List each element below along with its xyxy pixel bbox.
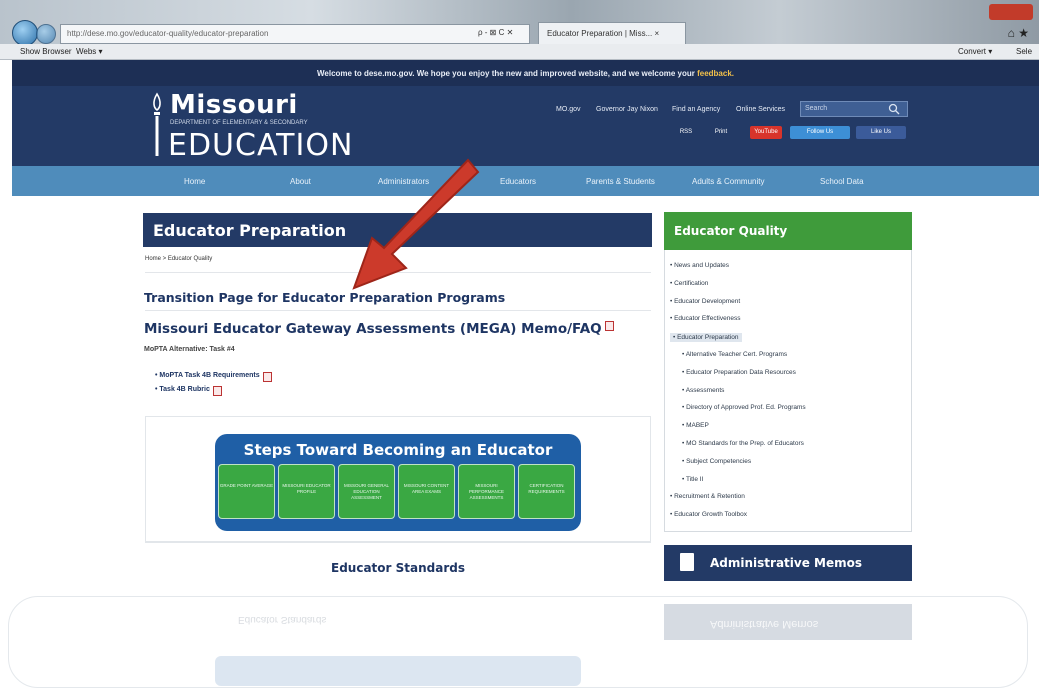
twitter-follow-button[interactable]: Follow Us xyxy=(790,126,850,139)
welcome-banner: Welcome to dese.mo.gov. We hope you enjo… xyxy=(12,60,1039,86)
toplink-mogov[interactable]: MO.gov xyxy=(556,106,581,113)
main-navigation: Home About Administrators Educators Pare… xyxy=(12,166,1039,196)
screenshot-stage: http://dese.mo.gov/educator-quality/educ… xyxy=(0,0,1039,690)
select-menu[interactable]: Sele xyxy=(1016,47,1032,56)
sidebar-item-educator-development[interactable]: • Educator Development xyxy=(670,298,740,305)
feedback-link[interactable]: feedback. xyxy=(697,69,734,78)
window-close-button[interactable] xyxy=(989,4,1033,20)
browser-tab[interactable]: Educator Preparation | Miss... × xyxy=(538,22,686,44)
steps-title: Steps Toward Becoming an Educator xyxy=(243,441,553,459)
sidebar-item-educator-effectiveness[interactable]: • Educator Effectiveness xyxy=(670,315,740,322)
toplink-online-services[interactable]: Online Services xyxy=(736,106,785,113)
logo-education[interactable]: EDUCATION xyxy=(168,128,353,163)
document-icon xyxy=(680,553,694,571)
search-icon[interactable] xyxy=(888,103,900,115)
toplink-find-agency[interactable]: Find an Agency xyxy=(672,106,720,113)
step-performance-assessments[interactable]: MISSOURI PERFORMANCE ASSESSMENTS xyxy=(458,464,515,519)
pdf-icon[interactable] xyxy=(604,321,614,331)
mega-title-text[interactable]: Missouri Educator Gateway Assessments (M… xyxy=(144,321,602,337)
sidebar-item-title-ii[interactable]: • Title II xyxy=(682,476,703,483)
educator-standards-heading[interactable]: Educator Standards xyxy=(145,561,651,575)
show-browser-link[interactable]: Show Browser xyxy=(20,47,72,56)
sidebar-item-recruitment-retention[interactable]: • Recruitment & Retention xyxy=(670,493,745,500)
step-certification-requirements[interactable]: CERTIFICATION REQUIREMENTS xyxy=(518,464,575,519)
favorites-bar: Show Browser Webs ▾ Convert ▾ Sele xyxy=(0,44,1039,60)
nav-parents-students[interactable]: Parents & Students xyxy=(586,177,655,186)
mega-memo-faq-link[interactable]: Missouri Educator Gateway Assessments (M… xyxy=(144,321,614,337)
step-general-education-assessment[interactable]: MISSOURI GENERAL EDUCATION ASSESSMENT xyxy=(338,464,395,519)
toplink-governor[interactable]: Governor Jay Nixon xyxy=(596,106,658,113)
divider xyxy=(145,310,651,311)
breadcrumb[interactable]: Home > Educator Quality xyxy=(145,256,212,262)
youtube-icon[interactable]: YouTube xyxy=(750,126,782,139)
sidebar-item-mabep[interactable]: • MABEP xyxy=(682,422,709,429)
step-content-area-exams[interactable]: MISSOURI CONTENT AREA EXAMS xyxy=(398,464,455,519)
mopta-alternative-heading: MoPTA Alternative: Task #4 xyxy=(144,346,235,353)
sidebar-heading[interactable]: Educator Quality xyxy=(664,212,912,250)
sidebar-item-assessments[interactable]: • Assessments xyxy=(682,387,724,394)
sidebar-item-educator-preparation[interactable]: • Educator Preparation xyxy=(670,333,742,343)
reflection-standards-text: Educator Standards xyxy=(238,614,327,625)
reflection-steps-graphic xyxy=(215,656,581,686)
address-bar[interactable]: http://dese.mo.gov/educator-quality/educ… xyxy=(60,24,530,44)
sidebar-item-subject-competencies[interactable]: • Subject Competencies xyxy=(682,458,751,465)
nav-school-data[interactable]: School Data xyxy=(820,177,864,186)
administrative-memos-button[interactable]: Administrative Memos xyxy=(664,545,912,581)
step-educator-profile[interactable]: MISSOURI EDUCATOR PROFILE xyxy=(278,464,335,519)
address-bar-controls[interactable]: ρ - ⊠ C ✕ xyxy=(478,28,513,37)
list-item[interactable]: • MoPTA Task 4B Requirements xyxy=(155,372,272,382)
mopta-task-4b-requirements-link[interactable]: MoPTA Task 4B Requirements xyxy=(159,372,259,379)
red-arrow-annotation xyxy=(352,158,480,290)
sidebar-item-mo-standards-for-the-prep-of-educators[interactable]: • MO Standards for the Prep. of Educator… xyxy=(682,440,804,447)
sidebar-item-educator-growth-toolbox[interactable]: • Educator Growth Toolbox xyxy=(670,511,747,518)
rss-icon[interactable]: RSS xyxy=(676,126,696,139)
sidebar-item-news-and-updates[interactable]: • News and Updates xyxy=(670,262,729,269)
step-gpa[interactable]: GRADE POINT AVERAGE xyxy=(218,464,275,519)
nav-educators[interactable]: Educators xyxy=(500,177,536,186)
pdf-icon[interactable] xyxy=(212,386,222,396)
sidebar-item-educator-preparation-data-resources[interactable]: • Educator Preparation Data Resources xyxy=(682,369,796,376)
logo-department: DEPARTMENT OF ELEMENTARY & SECONDARY xyxy=(170,120,308,126)
back-button[interactable] xyxy=(12,20,38,46)
nav-adults-community[interactable]: Adults & Community xyxy=(692,177,764,186)
forward-button[interactable] xyxy=(36,24,56,44)
sidebar-item-certification[interactable]: • Certification xyxy=(670,280,708,287)
sidebar-item-alternative-teacher-cert-programs[interactable]: • Alternative Teacher Cert. Programs xyxy=(682,351,787,358)
sidebar-item-directory-of-approved-prof-ed-programs[interactable]: • Directory of Approved Prof. Ed. Progra… xyxy=(682,404,806,411)
logo-missouri[interactable]: Missouri xyxy=(170,90,298,120)
nav-about[interactable]: About xyxy=(290,177,311,186)
task-4b-rubric-link[interactable]: Task 4B Rubric xyxy=(159,386,209,393)
nav-home[interactable]: Home xyxy=(184,177,205,186)
welcome-text: Welcome to dese.mo.gov. We hope you enjo… xyxy=(317,69,695,78)
pdf-icon[interactable] xyxy=(262,372,272,382)
convert-menu[interactable]: Convert ▾ xyxy=(958,47,992,56)
facebook-like-button[interactable]: Like Us xyxy=(856,126,906,139)
list-item[interactable]: • Task 4B Rubric xyxy=(155,386,222,396)
print-icon[interactable]: Print xyxy=(710,126,732,139)
reflection-admin-memos: Administrative Memos xyxy=(664,604,912,640)
torch-logo-icon xyxy=(153,92,161,156)
home-star-icons[interactable]: ⌂ ★ xyxy=(1008,26,1029,40)
webs-menu[interactable]: Webs ▾ xyxy=(76,47,103,56)
